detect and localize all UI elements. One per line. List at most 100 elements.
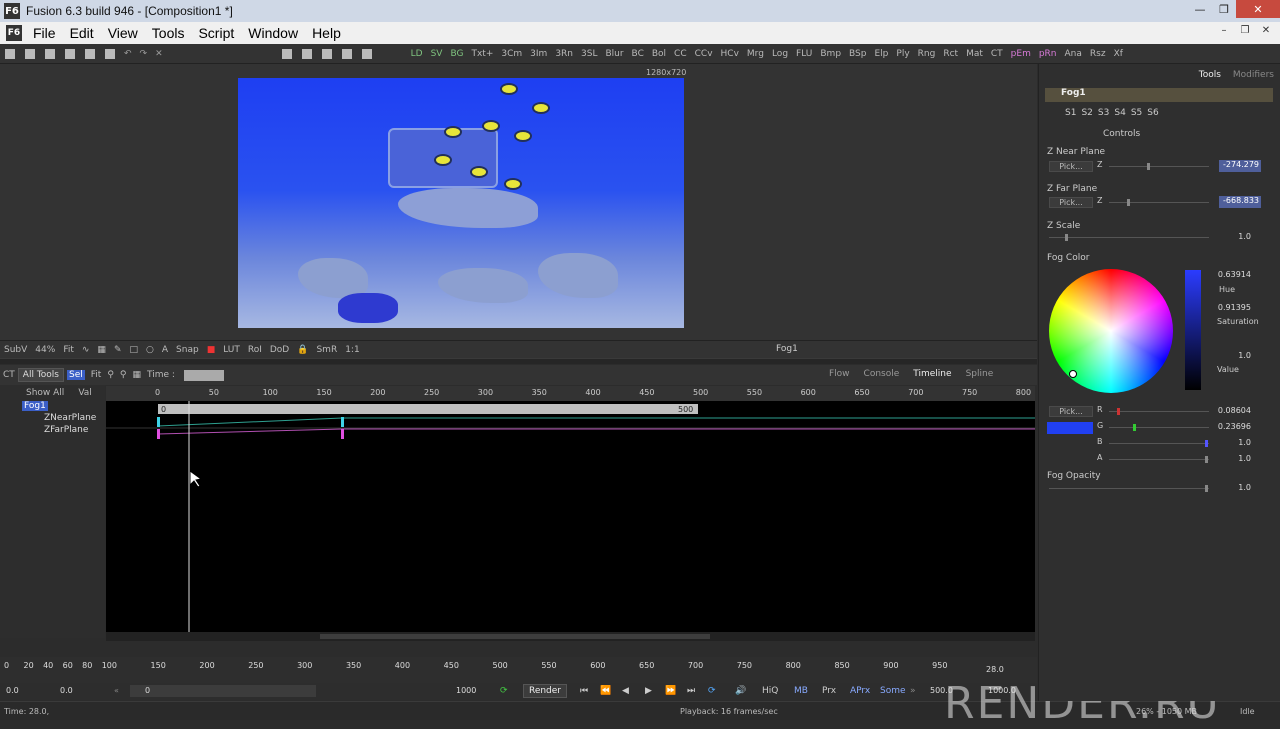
show-all-dropdown[interactable]: Show All [26,388,64,398]
tool-ct[interactable]: CT [991,49,1003,59]
tool-3sl[interactable]: 3SL [581,49,597,59]
close-icon[interactable]: ✕ [1236,0,1280,18]
g-value[interactable]: 0.23696 [1211,422,1253,434]
subview-button[interactable]: SubV [4,345,27,355]
lock-layout-icon[interactable] [361,48,372,59]
tool-bc[interactable]: BC [632,49,644,59]
tool-rng[interactable]: Rng [918,49,936,59]
menu-view[interactable]: View [108,25,138,41]
tree-item-fog1[interactable]: Fog1 [0,401,105,413]
tool-mrg[interactable]: Mrg [747,49,764,59]
play-icon[interactable]: ▶ [645,686,652,696]
slider-knob[interactable] [1065,234,1068,241]
all-tools-dropdown[interactable]: All Tools [17,368,64,382]
paste-icon[interactable] [105,48,115,59]
goto-end-icon[interactable]: ⏭ [687,686,695,696]
menu-help[interactable]: Help [312,25,341,41]
slider-knob[interactable] [1205,485,1208,492]
tool-rct[interactable]: Rct [943,49,958,59]
render-button[interactable]: Render [523,684,567,698]
step-forward-icon[interactable]: ⏩ [665,686,676,696]
zfar-pick-button[interactable]: Pick... [1049,197,1093,208]
zfar-keyframe[interactable] [341,429,344,439]
mdi-restore-icon[interactable]: ❐ [1237,25,1253,41]
tool-sv[interactable]: SV [431,49,443,59]
loop-icon[interactable]: ⟳ [708,686,716,696]
slider-knob[interactable] [1205,456,1208,463]
slot-s2[interactable]: S2 [1081,108,1092,118]
timeline-scrollbar[interactable] [106,632,1035,641]
tab-console[interactable]: Console [864,369,900,379]
saturation-value[interactable]: 0.91395 [1211,303,1253,315]
goto-start-icon[interactable]: ⏮ [580,686,588,696]
tool-cc[interactable]: CC [674,49,687,59]
g-slider[interactable] [1109,424,1209,431]
tab-spline[interactable]: Spline [966,369,994,379]
redo-icon[interactable]: ↷ [140,49,148,59]
tool-3cm[interactable]: 3Cm [501,49,522,59]
layout-dual-icon[interactable] [301,48,312,59]
tool-pem[interactable]: pEm [1011,49,1031,59]
zoom-dropdown[interactable]: 44% [35,345,55,355]
open-icon[interactable] [25,48,35,59]
slider-knob[interactable] [1147,163,1150,170]
ct-button[interactable]: CT [3,370,15,380]
roi-button[interactable]: RoI [248,345,262,355]
tool-hcv[interactable]: HCv [721,49,739,59]
snap-button[interactable]: Snap [176,345,199,355]
tool-ccv[interactable]: CCv [695,49,713,59]
curve-icon[interactable]: ∿ [82,345,90,355]
prx-button[interactable]: Prx [822,686,836,696]
b-value[interactable]: 1.0 [1211,438,1253,450]
new-icon[interactable] [5,48,15,59]
value-bar[interactable] [1185,270,1201,390]
time-input[interactable] [183,369,224,381]
aprx-button[interactable]: APrx [850,686,870,696]
slot-s4[interactable]: S4 [1114,108,1125,118]
znear-value-field[interactable]: -274.279 [1219,160,1261,172]
hiq-button[interactable]: HiQ [762,686,778,696]
minimize-icon[interactable]: — [1188,0,1212,18]
a-value[interactable]: 1.0 [1211,454,1253,466]
tool-blur[interactable]: Blur [605,49,623,59]
tool-ld[interactable]: LD [411,49,423,59]
fog-color-pick-button[interactable]: Pick... [1049,406,1093,417]
some-button[interactable]: Some [880,686,906,696]
render-end-field[interactable]: 1000 [456,686,476,695]
znear-pick-button[interactable]: Pick... [1049,161,1093,172]
slider-knob[interactable] [1117,408,1120,415]
rectangle-icon[interactable]: □ [129,345,138,355]
slider-knob[interactable] [1127,199,1130,206]
tool-xf[interactable]: Xf [1114,49,1123,59]
tool-rsz[interactable]: Rsz [1090,49,1106,59]
menu-edit[interactable]: Edit [70,25,94,41]
viewer-image[interactable] [238,78,684,328]
lock-icon[interactable]: 🔒 [297,345,308,355]
tab-flow[interactable]: Flow [829,369,850,379]
tool-bmp[interactable]: Bmp [820,49,841,59]
menu-tools[interactable]: Tools [152,25,185,41]
spreadsheet-icon[interactable]: ▦ [133,370,142,380]
color-wheel-cursor[interactable] [1069,370,1077,378]
time-ruler[interactable]: 28.0 0 20 40 60 80 100 150 200 250 300 350 400 450 50… [0,657,1037,683]
znear-keyframe[interactable] [157,417,160,427]
zfar-slider[interactable] [1109,199,1209,206]
layout-single-icon[interactable] [281,48,292,59]
tool-elp[interactable]: Elp [874,49,888,59]
maximize-icon[interactable]: ❐ [1212,0,1236,18]
val-button[interactable]: Val [78,388,91,398]
layout-horizontal-icon[interactable] [321,48,332,59]
value-value[interactable]: 1.0 [1211,351,1253,363]
fog-opacity-value[interactable]: 1.0 [1211,483,1253,495]
smr-button[interactable]: SmR [316,345,337,355]
tool-flu[interactable]: FLU [796,49,812,59]
slot-s1[interactable]: S1 [1065,108,1076,118]
mdi-close-icon[interactable]: ✕ [1258,25,1274,41]
tab-timeline[interactable]: Timeline [913,369,951,379]
zfar-keyframe[interactable] [157,429,160,439]
ratio-button[interactable]: 1:1 [345,345,359,355]
tool-ana[interactable]: Ana [1065,49,1082,59]
fit-button[interactable]: Fit [63,345,74,355]
slot-s3[interactable]: S3 [1098,108,1109,118]
tool-log[interactable]: Log [772,49,788,59]
